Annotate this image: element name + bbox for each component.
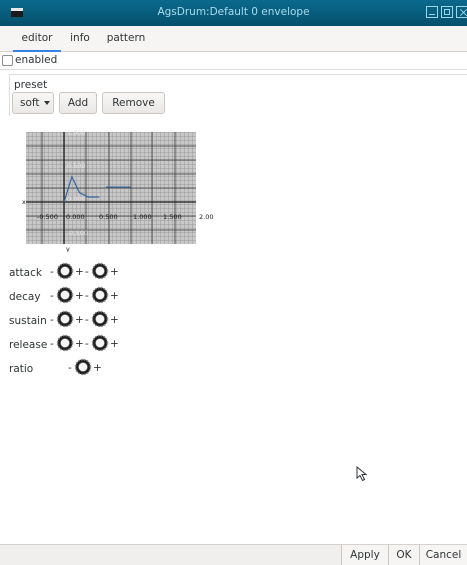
y-tick-label: 0.500 (67, 162, 86, 170)
x-tick-label: 0.500 (99, 213, 118, 221)
param-label-decay: decay (9, 291, 41, 303)
preset-frame: preset soft Add Remove (9, 74, 467, 116)
x-tick-label: -0.500 (37, 213, 58, 221)
increment-icon[interactable]: + (110, 314, 119, 326)
tab-pattern[interactable]: pattern (102, 32, 150, 52)
increment-icon[interactable]: + (93, 362, 102, 374)
mouse-pointer-icon (356, 466, 368, 482)
enabled-row: enabled (0, 52, 467, 70)
decrement-icon[interactable]: - (50, 290, 54, 302)
maximize-button[interactable] (441, 6, 453, 18)
close-button[interactable] (456, 6, 467, 18)
y-tick-label: -0.500 (67, 229, 88, 237)
add-preset-button[interactable]: Add (59, 92, 97, 114)
x-tick-label: 0.000 (66, 213, 85, 221)
decrement-icon[interactable]: - (68, 362, 72, 374)
preset-selected-value: soft (20, 97, 40, 109)
knob-dial[interactable] (91, 334, 109, 352)
minimize-button[interactable] (426, 6, 438, 18)
x-axis-label: x (22, 198, 26, 206)
x-tick-label: 1.500 (163, 213, 182, 221)
param-label-ratio: ratio (9, 363, 34, 375)
knob-dial[interactable] (91, 262, 109, 280)
remove-preset-button[interactable]: Remove (102, 92, 165, 114)
preset-label: preset (14, 79, 48, 91)
increment-icon[interactable]: + (75, 338, 84, 350)
title-bar[interactable]: AgsDrum:Default 0 envelope (0, 0, 467, 26)
cancel-button[interactable]: Cancel (419, 545, 467, 565)
knob-dial[interactable] (91, 310, 109, 328)
decrement-icon[interactable]: - (50, 266, 54, 278)
y-tick-label: 1.000 (67, 129, 86, 137)
decrement-icon[interactable]: - (50, 314, 54, 326)
increment-icon[interactable]: + (75, 314, 84, 326)
decrement-icon[interactable]: - (85, 266, 89, 278)
decrement-icon[interactable]: - (85, 338, 89, 350)
x-tick-label: 1.000 (133, 213, 152, 221)
enabled-checkbox[interactable] (2, 55, 13, 66)
knob-dial[interactable] (56, 310, 74, 328)
tab-info[interactable]: info (63, 32, 97, 52)
tab-bar: editor info pattern (0, 26, 467, 52)
decrement-icon[interactable]: - (85, 314, 89, 326)
y-tick-label: 0.000 (67, 195, 86, 203)
x-tick-label: 2.00 (199, 213, 213, 221)
knob-dial[interactable] (74, 358, 92, 376)
knob-dial[interactable] (56, 286, 74, 304)
increment-icon[interactable]: + (110, 266, 119, 278)
param-label-release: release (9, 339, 48, 351)
chevron-down-icon (44, 101, 50, 105)
enabled-label[interactable]: enabled (15, 54, 57, 66)
preset-dropdown[interactable]: soft (12, 92, 54, 114)
decrement-icon[interactable]: - (50, 338, 54, 350)
param-label-attack: attack (9, 267, 42, 279)
increment-icon[interactable]: + (75, 266, 84, 278)
ok-button[interactable]: OK (388, 545, 419, 565)
knob-dial[interactable] (56, 262, 74, 280)
increment-icon[interactable]: + (110, 338, 119, 350)
param-label-sustain: sustain (9, 315, 47, 327)
knob-dial[interactable] (91, 286, 109, 304)
decrement-icon[interactable]: - (85, 290, 89, 302)
tab-editor[interactable]: editor (13, 32, 61, 52)
knob-dial[interactable] (56, 334, 74, 352)
envelope-graph[interactable]: 1.000 0.500 0.000 -0.500 -0.500 0.000 0.500 1.… (0, 120, 215, 252)
increment-icon[interactable]: + (110, 290, 119, 302)
apply-button[interactable]: Apply (341, 545, 388, 565)
dialog-footer: Apply OK Cancel (0, 544, 467, 565)
y-axis-label: y (66, 245, 70, 252)
window-title: AgsDrum:Default 0 envelope (157, 6, 310, 18)
increment-icon[interactable]: + (75, 290, 84, 302)
